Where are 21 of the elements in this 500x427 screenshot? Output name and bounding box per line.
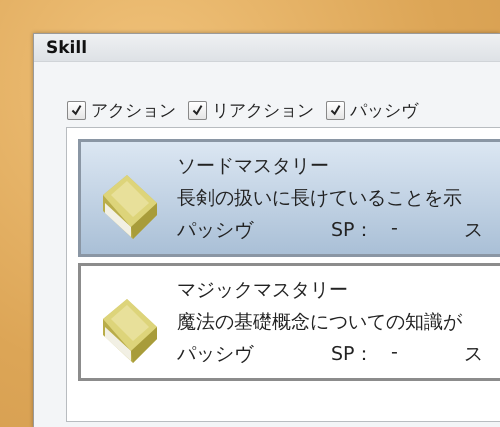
- skill-type: パッシヴ: [177, 342, 255, 367]
- sp-label: SP：: [331, 218, 375, 243]
- check-icon: [70, 104, 83, 116]
- filter-checkbox[interactable]: アクション: [67, 93, 176, 127]
- skill-name: マジックマスタリー: [177, 278, 349, 303]
- skill-name: ソードマスタリー: [177, 154, 330, 179]
- skill-type: パッシヴ: [177, 218, 255, 243]
- check-icon: [191, 104, 204, 116]
- skill-description: 魔法の基礎概念についての知識が: [177, 310, 464, 335]
- check-icon: [329, 104, 342, 116]
- sp-value: -: [391, 341, 399, 365]
- sp-label: SP：: [331, 342, 375, 367]
- skill-column-text: ス: [464, 218, 483, 243]
- skill-item[interactable]: マジックマスタリー 魔法の基礎概念についての知識が パッシヴ SP： - ス: [78, 263, 500, 381]
- filter-checkbox[interactable]: リアクション: [188, 93, 314, 127]
- sp-value: -: [391, 217, 399, 241]
- window-title: Skill: [46, 38, 88, 58]
- skill-column-text: ス: [464, 342, 483, 367]
- filter-checkbox[interactable]: パッシヴ: [326, 93, 418, 127]
- skill-item[interactable]: ソードマスタリー 長剣の扱いに長けていることを示 パッシヴ SP： - ス: [78, 139, 500, 257]
- skill-description: 長剣の扱いに長けていることを示: [177, 186, 463, 211]
